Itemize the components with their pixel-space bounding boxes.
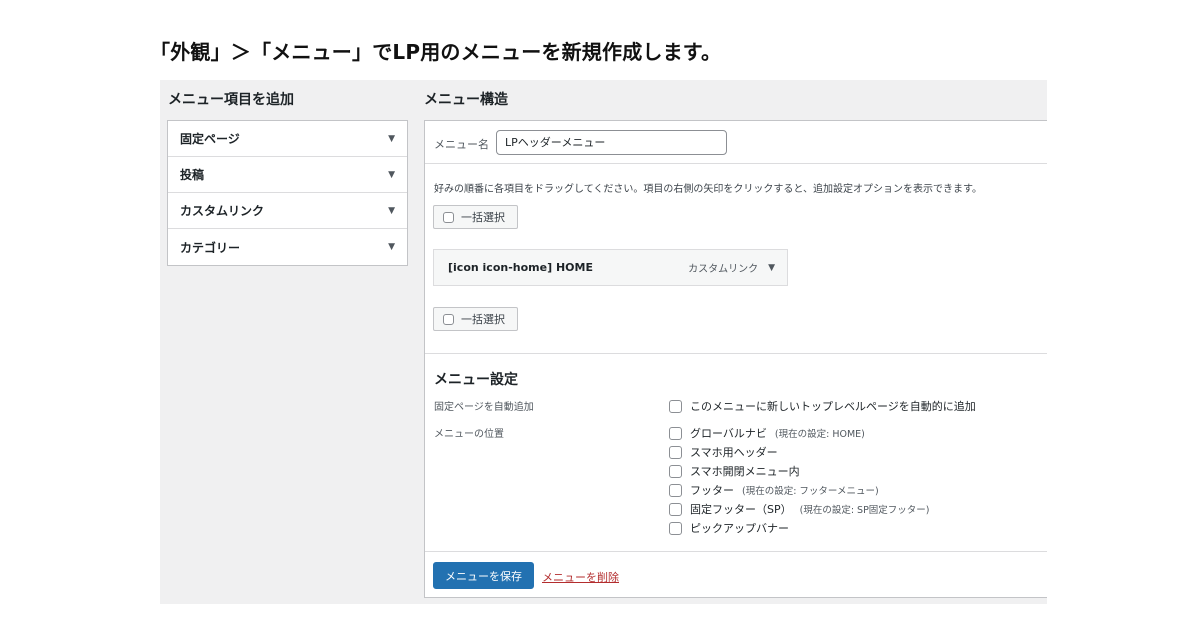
bulk-select-label: 一括選択 [461, 313, 505, 326]
option-note: (現在の設定: SP固定フッター) [799, 505, 930, 516]
auto-add-label: 固定ページを自動追加 [434, 402, 534, 413]
option-label: 固定フッター（SP） [690, 503, 792, 516]
checkbox-icon[interactable] [669, 521, 682, 535]
menu-name-input[interactable]: LPヘッダーメニュー [496, 130, 727, 155]
triangle-down-icon: ▼ [388, 169, 395, 180]
add-items-accordion: 固定ページ ▼ 投稿 ▼ カスタムリンク ▼ カテゴリー ▼ [167, 120, 408, 266]
checkbox-icon[interactable] [669, 445, 682, 459]
bulk-select-bottom[interactable]: 一括選択 [433, 307, 518, 331]
menu-item-type: カスタムリンク [688, 264, 759, 275]
accordion-item-custom-links[interactable]: カスタムリンク ▼ [168, 193, 407, 229]
accordion-item-posts[interactable]: 投稿 ▼ [168, 157, 407, 193]
option-label: スマホ用ヘッダー [690, 446, 778, 459]
footer-divider [425, 551, 1047, 552]
triangle-down-icon: ▼ [388, 133, 395, 144]
drag-instructions: 好みの順番に各項目をドラッグしてください。項目の右側の矢印をクリックすると、追加… [434, 184, 982, 195]
menus-screen: メニュー項目を追加 メニュー構造 固定ページ ▼ 投稿 ▼ カスタムリンク ▼ … [160, 80, 1047, 604]
accordion-item-label: 投稿 [180, 168, 205, 182]
accordion-item-label: カスタムリンク [180, 204, 265, 218]
auto-add-option[interactable]: このメニューに新しいトップレベルページを自動的に追加 [669, 398, 976, 414]
checkbox-icon[interactable] [669, 483, 682, 497]
location-footer[interactable]: フッター (現在の設定: フッターメニュー) [669, 482, 879, 498]
location-fixed-footer-sp[interactable]: 固定フッター（SP） (現在の設定: SP固定フッター) [669, 501, 930, 517]
add-menu-items-heading: メニュー項目を追加 [168, 92, 294, 108]
option-label: スマホ開閉メニュー内 [690, 465, 800, 478]
option-label: ピックアップバナー [690, 522, 789, 535]
option-label: グローバルナビ [690, 427, 767, 440]
accordion-item-label: 固定ページ [180, 132, 240, 146]
bulk-select-top[interactable]: 一括選択 [433, 205, 518, 229]
checkbox-icon[interactable] [669, 502, 682, 516]
location-global-nav[interactable]: グローバルナビ (現在の設定: HOME) [669, 425, 865, 441]
triangle-down-icon: ▼ [388, 242, 395, 252]
option-label: フッター [690, 484, 734, 497]
option-note: (現在の設定: HOME) [774, 429, 865, 440]
location-sp-drawer[interactable]: スマホ開閉メニュー内 [669, 463, 800, 479]
checkbox-icon[interactable] [669, 399, 682, 413]
location-sp-header[interactable]: スマホ用ヘッダー [669, 444, 778, 460]
section-divider [425, 353, 1047, 354]
bulk-select-label: 一括選択 [461, 211, 505, 224]
menu-item-controls: カスタムリンク ▼ [688, 260, 775, 276]
menu-name-row: メニュー名 LPヘッダーメニュー [425, 121, 1047, 164]
delete-menu-link[interactable]: メニューを削除 [542, 569, 619, 585]
menu-location-label: メニューの位置 [434, 429, 504, 440]
checkbox-icon[interactable] [443, 313, 454, 325]
accordion-item-categories[interactable]: カテゴリー ▼ [168, 229, 407, 265]
option-label: このメニューに新しいトップレベルページを自動的に追加 [690, 400, 976, 413]
menu-name-label: メニュー名 [434, 138, 489, 151]
triangle-down-icon: ▼ [388, 205, 395, 216]
checkbox-icon[interactable] [669, 426, 682, 440]
page-caption: 「外観」＞「メニュー」でLP用のメニューを新規作成します。 [150, 40, 722, 64]
menu-item-home[interactable]: [icon icon-home] HOME カスタムリンク ▼ [433, 249, 788, 286]
menu-settings-title: メニュー設定 [434, 372, 518, 388]
checkbox-icon[interactable] [669, 464, 682, 478]
triangle-down-icon[interactable]: ▼ [768, 263, 775, 273]
option-note: (現在の設定: フッターメニュー) [742, 486, 879, 497]
menu-structure-heading: メニュー構造 [424, 92, 508, 108]
menu-edit-box: メニュー名 LPヘッダーメニュー 好みの順番に各項目をドラッグしてください。項目… [424, 120, 1047, 598]
location-pickup-banner[interactable]: ピックアップバナー [669, 520, 789, 536]
save-menu-button[interactable]: メニューを保存 [433, 562, 534, 589]
checkbox-icon[interactable] [443, 211, 454, 223]
accordion-item-pages[interactable]: 固定ページ ▼ [168, 121, 407, 157]
menu-item-title: [icon icon-home] HOME [448, 261, 593, 274]
accordion-item-label: カテゴリー [180, 240, 241, 255]
